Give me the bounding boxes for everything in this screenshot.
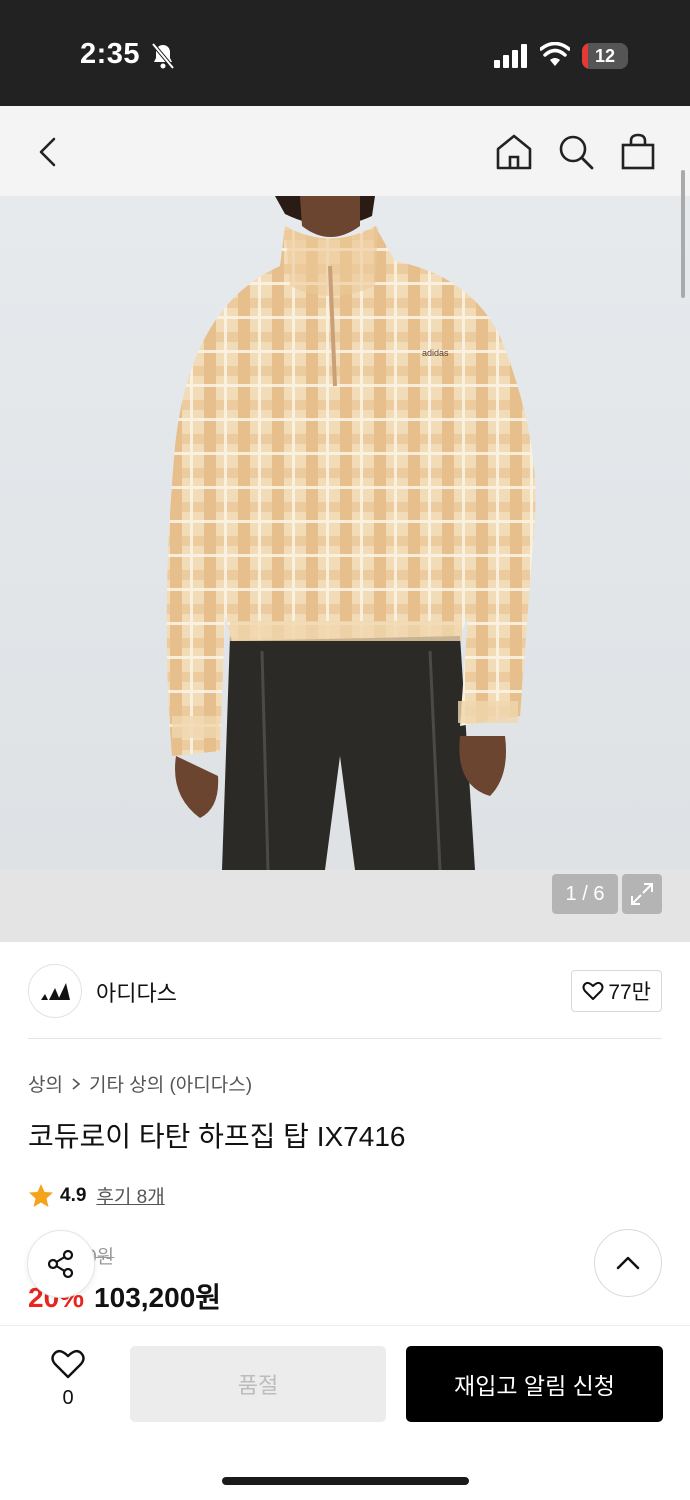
heart-icon (582, 981, 604, 1000)
brand-like-button[interactable]: 77만 (571, 970, 662, 1012)
breadcrumb: 상의 기타 상의 (아디다스) (28, 1070, 252, 1097)
chevron-right-icon (72, 1077, 81, 1090)
product-image-gallery[interactable]: adidas 1 / 6 (0, 196, 690, 942)
wishlist-button[interactable]: 0 (40, 1348, 96, 1410)
wishlist-count: 0 (62, 1387, 74, 1409)
star-icon (29, 1184, 53, 1207)
brand-like-count: 77만 (608, 981, 651, 1004)
bell-off-icon (151, 42, 175, 70)
status-bar: 2:35 12 (0, 0, 690, 106)
home-icon (496, 134, 532, 170)
chevron-left-icon (39, 137, 56, 167)
breadcrumb-item-category[interactable]: 기타 상의 (아디다스) (89, 1070, 252, 1097)
brand-logo[interactable] (28, 964, 82, 1018)
cart-button[interactable] (616, 130, 660, 174)
divider (28, 1038, 662, 1039)
review-link[interactable]: 후기 8개 (96, 1182, 164, 1209)
expand-icon (631, 883, 653, 905)
shopping-bag-icon (621, 133, 655, 170)
search-button[interactable] (554, 130, 598, 174)
share-icon (47, 1249, 74, 1279)
battery-indicator: 12 (582, 43, 628, 69)
page-scrollbar[interactable] (681, 170, 685, 298)
wifi-icon (540, 42, 570, 66)
home-indicator[interactable] (222, 1477, 469, 1485)
scroll-to-top-button[interactable] (594, 1229, 662, 1297)
home-button[interactable] (492, 130, 536, 174)
product-title: 코듀로이 타탄 하프집 탑 IX7416 (28, 1121, 406, 1152)
back-button[interactable] (26, 130, 70, 174)
image-counter: 1 / 6 (552, 874, 618, 914)
chevron-up-icon (616, 1256, 640, 1270)
brand-row: 아디다스 77만 (28, 962, 662, 1020)
status-time: 2:35 (80, 38, 141, 70)
battery-level: 12 (594, 46, 616, 66)
bottom-action-bar: 0 품절 재입고 알림 신청 (0, 1325, 690, 1500)
rating-row: 4.9 후기 8개 (28, 1182, 165, 1209)
adidas-logo-icon (41, 983, 70, 1000)
product-photo: adidas (166, 196, 536, 870)
rating-score: 4.9 (60, 1184, 87, 1206)
share-button[interactable] (27, 1230, 95, 1298)
expand-button[interactable] (622, 874, 662, 914)
sale-price: 103,200원 (94, 1282, 222, 1313)
search-icon (559, 135, 594, 170)
soldout-button[interactable]: 품절 (130, 1346, 386, 1422)
restock-alert-button[interactable]: 재입고 알림 신청 (406, 1346, 663, 1422)
top-navigation (0, 106, 690, 196)
signal-icon (494, 44, 527, 68)
breadcrumb-item-top[interactable]: 상의 (28, 1070, 63, 1097)
heart-icon (51, 1349, 85, 1379)
svg-text:adidas: adidas (422, 348, 449, 358)
brand-name[interactable]: 아디다스 (96, 976, 177, 1008)
